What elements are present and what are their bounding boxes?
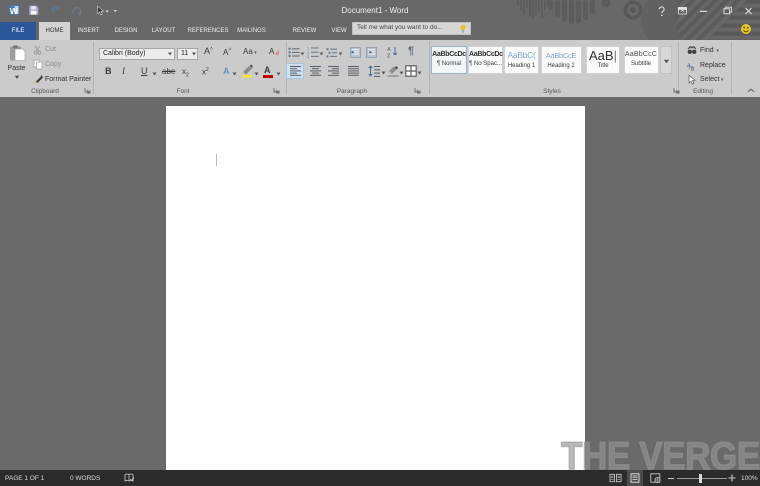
svg-text:W: W (10, 6, 19, 16)
svg-text:Z: Z (387, 54, 391, 59)
svg-text:A: A (387, 47, 391, 53)
svg-text:3: 3 (307, 54, 310, 58)
svg-text:b: b (691, 67, 695, 72)
